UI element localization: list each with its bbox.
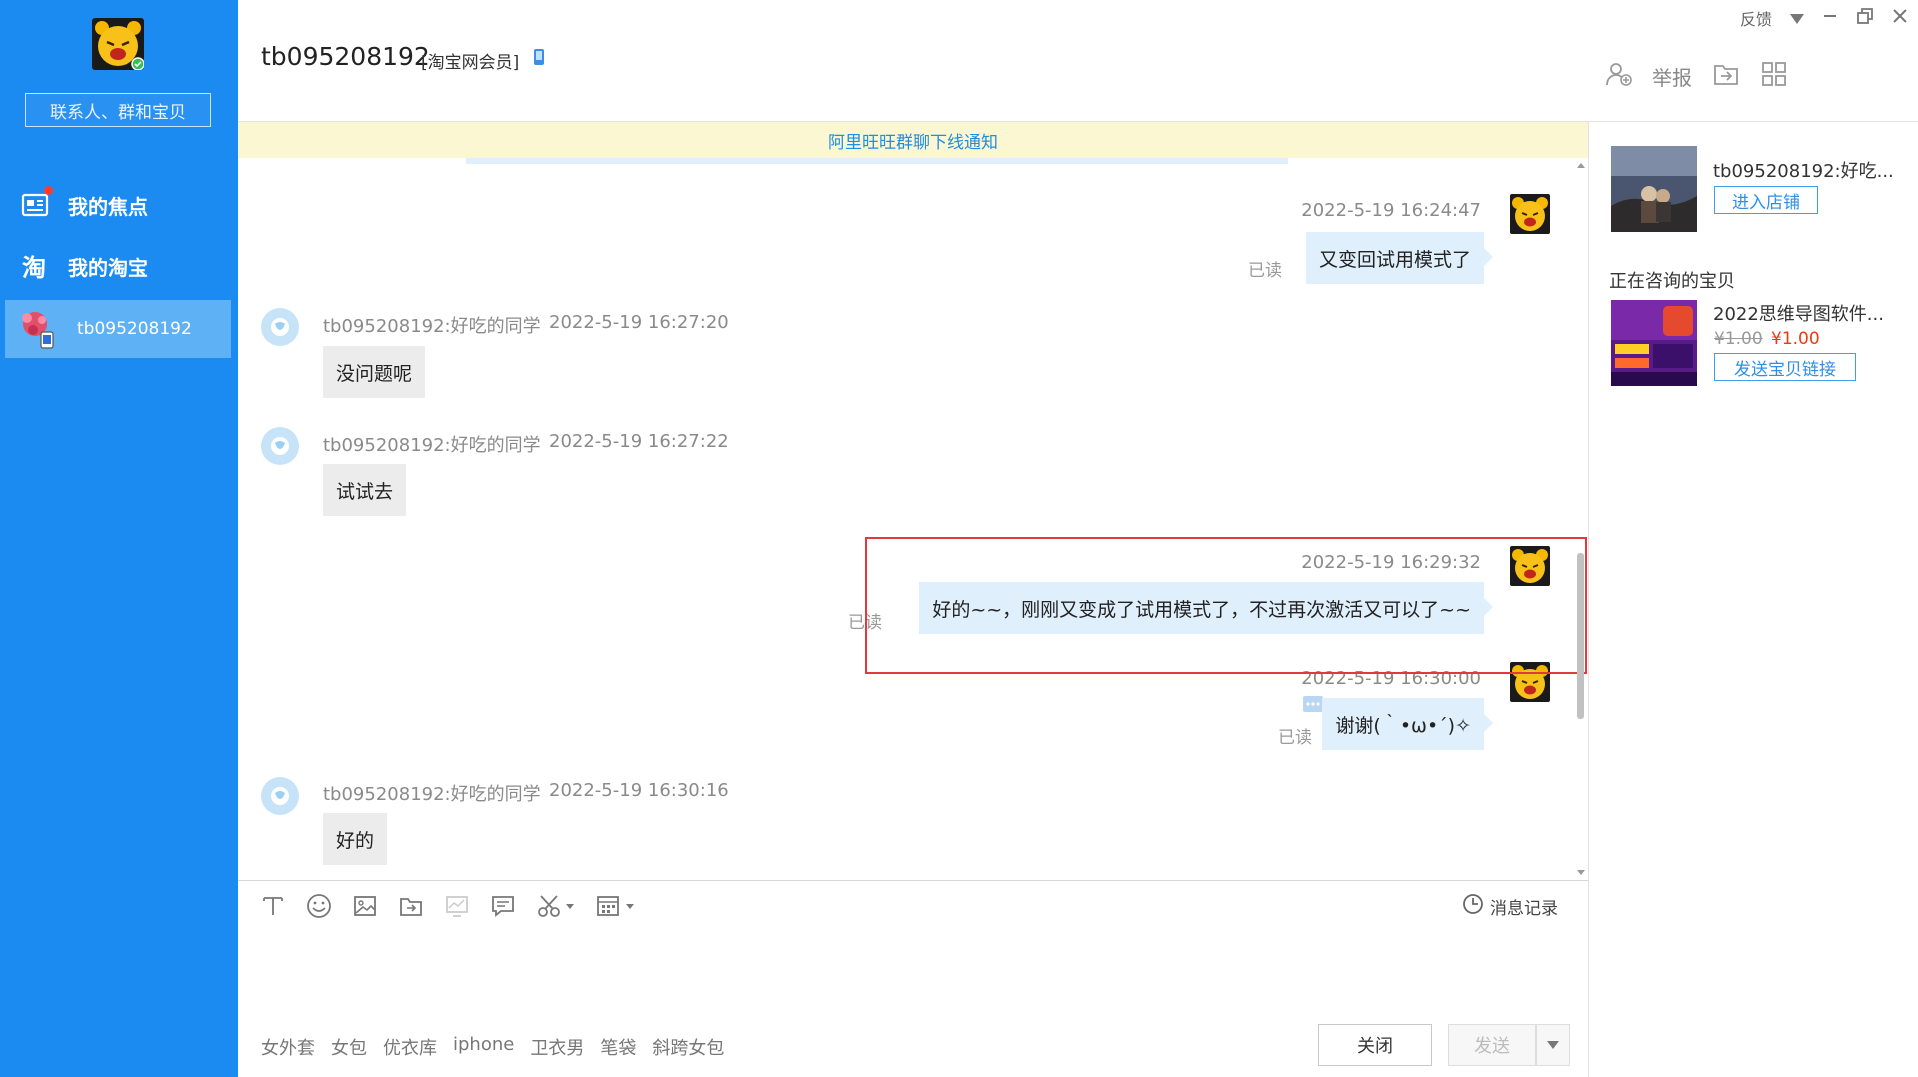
shop-thumbnail[interactable] (1611, 146, 1697, 232)
self-avatar[interactable] (92, 18, 145, 71)
minimize-icon[interactable] (1822, 8, 1838, 28)
feedback-button[interactable]: 反馈 (1740, 6, 1772, 30)
self-message-avatar[interactable] (1510, 194, 1550, 234)
transfer-icon[interactable] (1712, 60, 1740, 93)
sidebar-item-contact[interactable]: tb095208192 (5, 300, 231, 358)
message-history-button[interactable]: 消息记录 (1462, 893, 1558, 920)
contact-avatar (15, 308, 57, 350)
quick-tag[interactable]: 斜跨女包 (652, 1034, 724, 1060)
contact-name: tb095208192 (261, 42, 430, 71)
chat-header: tb095208192 [淘宝网会员] 举报 反馈 (238, 0, 1918, 122)
read-status: 已读 (1278, 728, 1312, 748)
unread-dot (44, 186, 53, 195)
product-name[interactable]: 2022思维导图软件... (1713, 300, 1913, 326)
message-bubble[interactable]: 谢谢(｀•ω•´)✧ (1322, 698, 1493, 750)
message-input-area[interactable]: 消息记录 女外套 女包 优衣库 iphone 卫衣男 笔袋 斜跨女包 关闭 发送 (238, 880, 1588, 1077)
clock-icon (1462, 893, 1484, 920)
message-bubble[interactable]: 好的 (323, 813, 388, 865)
offline-notice-bar[interactable]: 阿里旺旺群聊下线通知 (238, 122, 1588, 158)
product-thumbnail[interactable] (1611, 300, 1697, 386)
quick-tag[interactable]: iphone (453, 1034, 514, 1060)
screenshot-icon[interactable] (536, 893, 576, 919)
message-bubble[interactable]: 没问题呢 (323, 346, 426, 398)
partial-message (466, 158, 1288, 164)
report-button[interactable]: 举报 (1652, 62, 1692, 91)
more-apps-icon[interactable] (596, 893, 636, 919)
svg-text:淘: 淘 (22, 254, 46, 281)
peer-avatar[interactable] (261, 427, 299, 465)
send-file-icon[interactable] (398, 893, 424, 919)
close-button[interactable]: 关闭 (1318, 1024, 1432, 1066)
message-sender: tb095208192:好吃的同学 (323, 435, 541, 456)
send-options-dropdown[interactable] (1536, 1024, 1570, 1066)
message-time: 2022-5-19 16:27:20 (549, 312, 729, 333)
chat-history[interactable]: 2022-5-19 16:24:47 已读 又变回试用模式了 tb0952081… (238, 158, 1588, 880)
scrollbar-thumb[interactable] (1577, 553, 1584, 719)
right-info-panel: tb095208192:好吃... 进入店铺 正在咨询的宝贝 2022思维导图软… (1588, 122, 1918, 1077)
close-window-icon[interactable] (1892, 8, 1908, 28)
message-bubble[interactable]: 试试去 (323, 464, 407, 516)
screen-share-icon (444, 893, 470, 919)
quick-tag[interactable]: 女外套 (261, 1034, 315, 1060)
quick-tag[interactable]: 笔袋 (600, 1034, 636, 1060)
history-label: 消息记录 (1490, 899, 1558, 919)
sidebar-item-label: tb095208192 (77, 319, 192, 339)
input-toolbar (260, 893, 636, 919)
peer-avatar[interactable] (261, 777, 299, 815)
send-product-link-button[interactable]: 发送宝贝链接 (1714, 353, 1856, 381)
sidebar-item-my-taobao[interactable]: 淘 我的淘宝 (0, 237, 238, 295)
sidebar-item-label: 我的淘宝 (68, 255, 148, 280)
mobile-online-icon (533, 48, 545, 70)
notice-text[interactable]: 阿里旺旺群聊下线通知 (828, 128, 998, 153)
news-icon (20, 186, 53, 220)
sidebar-item-focus[interactable]: 我的焦点 (0, 176, 238, 234)
quick-reply-icon[interactable] (490, 893, 516, 919)
send-button[interactable]: 发送 (1448, 1024, 1536, 1066)
taobao-icon: 淘 (20, 251, 50, 282)
left-sidebar: 联系人、群和宝贝 我的焦点 淘 我的淘宝 tb095208192 (0, 0, 238, 1077)
sidebar-item-label: 我的焦点 (68, 194, 148, 219)
image-icon[interactable] (352, 893, 378, 919)
message-time: 2022-5-19 16:27:22 (549, 431, 729, 452)
quick-tag[interactable]: 女包 (331, 1034, 367, 1060)
more-options-icon[interactable] (1303, 696, 1323, 716)
member-tag: [淘宝网会员] (421, 53, 520, 73)
emoji-icon[interactable] (306, 893, 332, 919)
message-time: 2022-5-19 16:30:16 (549, 780, 729, 801)
consulting-product-title: 正在咨询的宝贝 (1609, 271, 1735, 292)
add-contact-icon[interactable] (1604, 60, 1632, 93)
font-icon[interactable] (260, 893, 286, 919)
message-time: 2022-5-19 16:24:47 (1301, 200, 1481, 221)
chat-scrollbar[interactable] (1574, 160, 1588, 880)
enter-shop-button[interactable]: 进入店铺 (1714, 186, 1818, 214)
apps-grid-icon[interactable] (1760, 60, 1788, 93)
search-input[interactable]: 联系人、群和宝贝 (25, 93, 211, 127)
menu-dropdown-icon[interactable] (1790, 9, 1804, 28)
shop-name: tb095208192:好吃... (1713, 161, 1894, 182)
message-sender: tb095208192:好吃的同学 (323, 784, 541, 805)
restore-icon[interactable] (1856, 7, 1874, 29)
message-sender: tb095208192:好吃的同学 (323, 316, 541, 337)
quick-tag[interactable]: 优衣库 (383, 1034, 437, 1060)
read-status: 已读 (1248, 261, 1282, 281)
original-price: ¥1.00 (1714, 329, 1763, 349)
message-bubble[interactable]: 又变回试用模式了 (1305, 232, 1494, 284)
sale-price: ¥1.00 (1771, 329, 1820, 349)
peer-avatar[interactable] (261, 308, 299, 346)
highlight-annotation (865, 537, 1587, 674)
quick-search-tags: 女外套 女包 优衣库 iphone 卫衣男 笔袋 斜跨女包 (261, 1034, 724, 1060)
quick-tag[interactable]: 卫衣男 (530, 1034, 584, 1060)
